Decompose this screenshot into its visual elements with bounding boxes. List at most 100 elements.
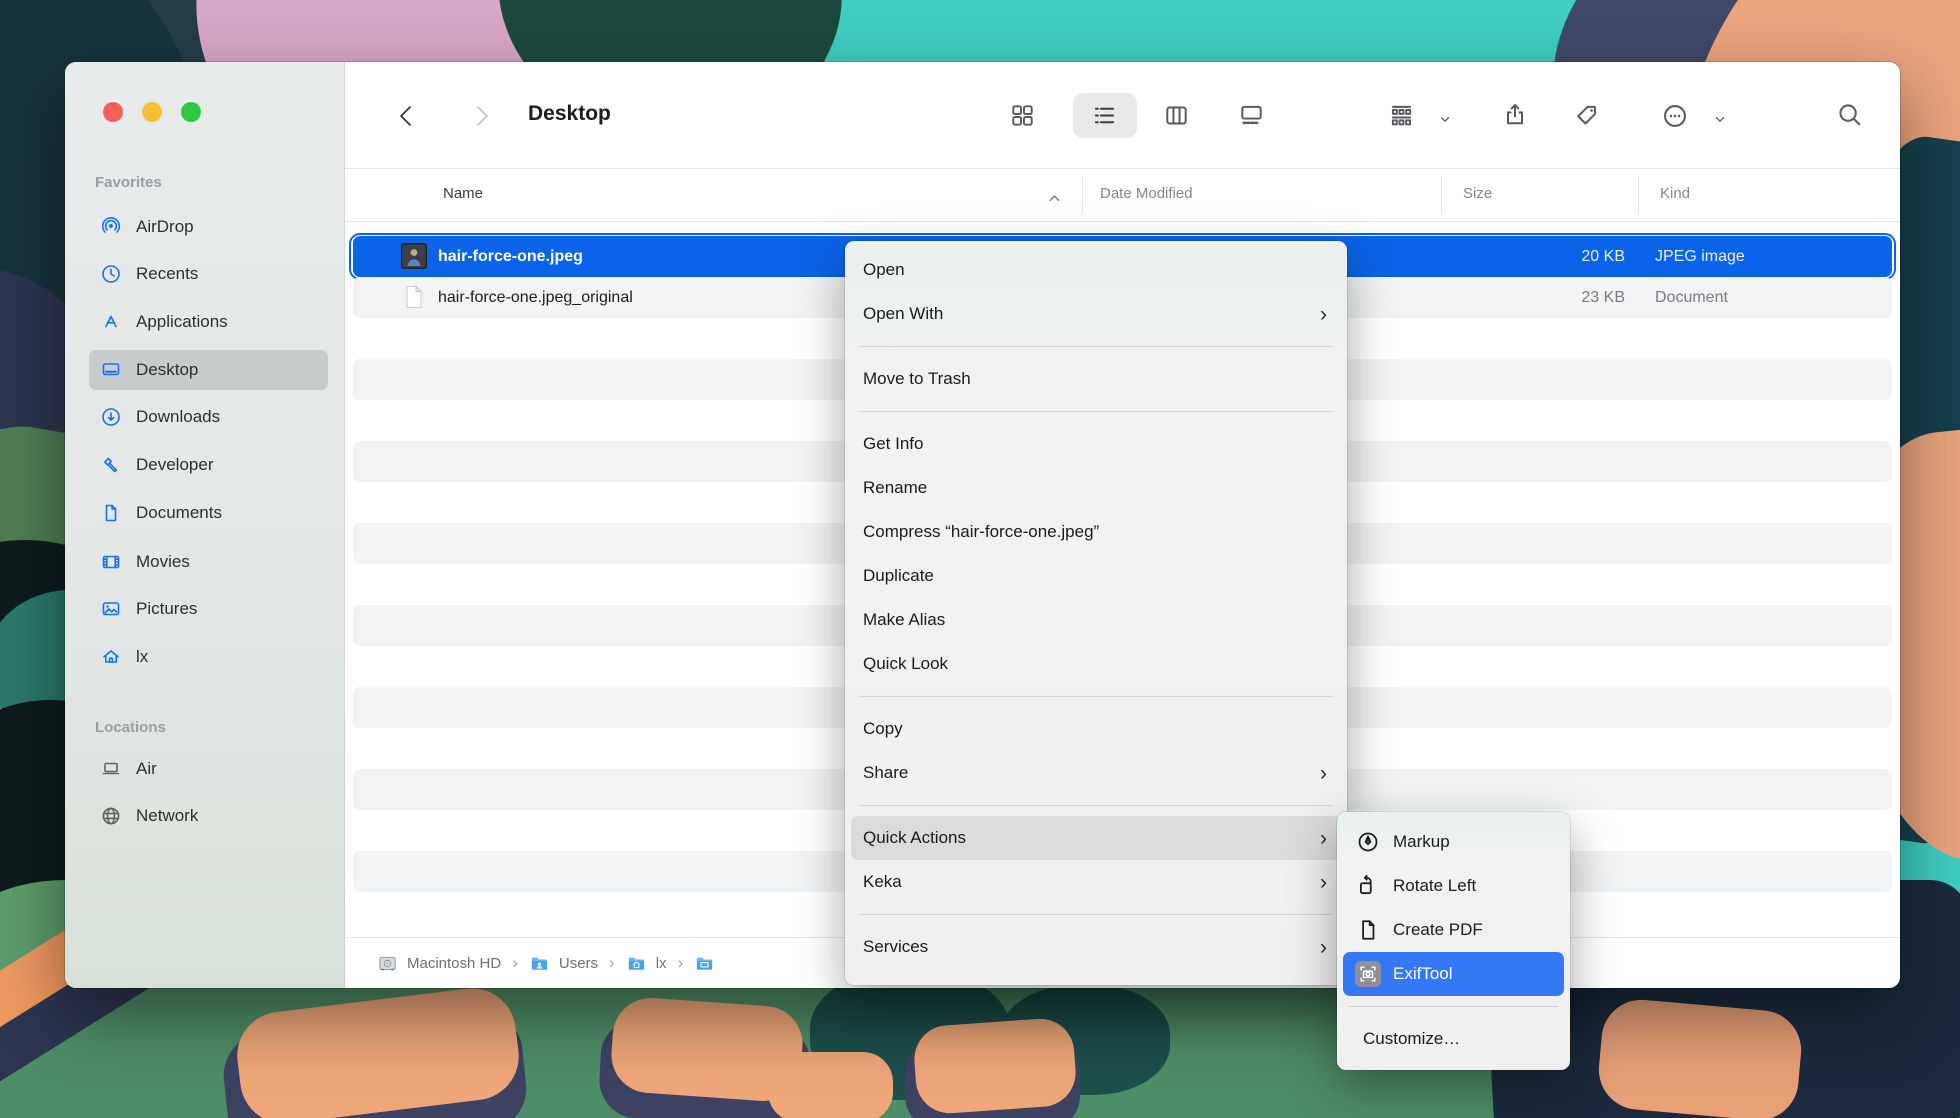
list-header: Name Date Modified Size Kind <box>345 169 1900 222</box>
close-window-button[interactable] <box>103 102 123 122</box>
folder-icon <box>626 953 647 974</box>
menu-item-label: Open <box>863 260 905 280</box>
path-separator: › <box>512 953 518 973</box>
laptop-icon <box>100 758 122 780</box>
sidebar-item-movies[interactable]: Movies <box>89 542 328 582</box>
file-size: 20 KB <box>1465 236 1625 277</box>
tag-button[interactable] <box>1573 102 1601 135</box>
hard-drive-icon <box>377 953 398 974</box>
folder-icon <box>694 953 715 974</box>
gallery-view-button[interactable] <box>1238 102 1265 134</box>
menu-item-duplicate[interactable]: Duplicate <box>845 554 1347 598</box>
markup-icon <box>1355 829 1381 855</box>
menu-item-move-to-trash[interactable]: Move to Trash <box>845 357 1347 401</box>
sidebar-item-network[interactable]: Network <box>89 796 328 836</box>
icon-view-button[interactable] <box>1009 102 1036 134</box>
menu-item-label: Rename <box>863 478 927 498</box>
forward-button[interactable] <box>468 103 494 134</box>
blank-document-icon <box>401 284 427 310</box>
sidebar-item-label: Recents <box>136 264 198 284</box>
list-view-button[interactable] <box>1091 102 1118 134</box>
file-size: 23 KB <box>1465 277 1625 318</box>
menu-item-quick-look[interactable]: Quick Look <box>845 642 1347 686</box>
path-separator: › <box>678 953 684 973</box>
menu-item-compress[interactable]: Compress “hair-force-one.jpeg” <box>845 510 1347 554</box>
sidebar-item-pictures[interactable]: Pictures <box>89 589 328 629</box>
column-view-button[interactable] <box>1163 102 1190 134</box>
sidebar-item-label: Network <box>136 806 198 826</box>
airdrop-icon <box>100 216 122 238</box>
app-store-icon <box>100 311 122 333</box>
submenu-item-rotate-left[interactable]: Rotate Left <box>1337 864 1570 908</box>
folder-icon <box>529 953 550 974</box>
column-header-kind[interactable]: Kind <box>1660 185 1690 202</box>
sidebar-section-locations: Locations <box>95 719 166 736</box>
sidebar-item-desktop[interactable]: Desktop <box>89 350 328 390</box>
file-name: hair-force-one.jpeg_original <box>438 277 633 318</box>
sidebar-item-air[interactable]: Air <box>89 749 328 789</box>
quick-actions-submenu: Markup Rotate Left Create PDF ExifTool C… <box>1337 812 1570 1070</box>
menu-item-make-alias[interactable]: Make Alias <box>845 598 1347 642</box>
share-button[interactable] <box>1501 101 1529 134</box>
sort-ascending-icon <box>1048 190 1061 207</box>
sidebar-item-label: Air <box>136 759 157 779</box>
sidebar-item-documents[interactable]: Documents <box>89 493 328 533</box>
path-item-lx[interactable]: lx <box>656 955 667 972</box>
menu-separator <box>859 805 1333 806</box>
submenu-item-customize[interactable]: Customize… <box>1337 1017 1570 1061</box>
menu-item-label: Compress “hair-force-one.jpeg” <box>863 522 1099 542</box>
submenu-item-label: Create PDF <box>1393 920 1483 940</box>
sidebar-item-label: Developer <box>136 455 214 475</box>
sidebar-item-home-lx[interactable]: lx <box>89 637 328 677</box>
menu-separator <box>859 411 1333 412</box>
menu-item-copy[interactable]: Copy <box>845 707 1347 751</box>
column-header-size[interactable]: Size <box>1463 185 1492 202</box>
menu-item-keka[interactable]: Keka› <box>845 860 1347 904</box>
submenu-item-markup[interactable]: Markup <box>1337 820 1570 864</box>
column-header-name[interactable]: Name <box>443 185 483 202</box>
menu-item-open[interactable]: Open <box>845 248 1347 292</box>
path-item-users[interactable]: Users <box>559 955 598 972</box>
file-kind: JPEG image <box>1655 236 1745 277</box>
sidebar-item-airdrop[interactable]: AirDrop <box>89 207 328 247</box>
sidebar-item-downloads[interactable]: Downloads <box>89 397 328 437</box>
sidebar-item-applications[interactable]: Applications <box>89 302 328 342</box>
menu-item-label: Share <box>863 763 908 783</box>
file-kind: Document <box>1655 277 1728 318</box>
menu-item-open-with[interactable]: Open With› <box>845 292 1347 336</box>
menu-separator <box>859 914 1333 915</box>
sidebar-item-label: Pictures <box>136 599 197 619</box>
submenu-item-label: Rotate Left <box>1393 876 1476 896</box>
more-options-button[interactable] <box>1661 102 1689 135</box>
sidebar-item-label: lx <box>136 647 148 667</box>
menu-item-quick-actions[interactable]: Quick Actions› <box>851 816 1341 860</box>
menu-item-services[interactable]: Services › <box>845 925 1347 969</box>
minimize-window-button[interactable] <box>142 102 162 122</box>
exiftool-icon <box>1355 961 1381 987</box>
menu-item-rename[interactable]: Rename <box>845 466 1347 510</box>
desktop-screen: Favorites AirDrop Recents Applications D… <box>0 0 1960 1118</box>
search-button[interactable] <box>1836 101 1864 134</box>
sidebar-item-label: Documents <box>136 503 222 523</box>
more-options-chevron-down-icon <box>1713 112 1727 131</box>
toolbar: Desktop <box>345 62 1900 169</box>
group-by-button[interactable] <box>1388 102 1415 134</box>
column-header-date-modified[interactable]: Date Modified <box>1100 185 1193 202</box>
menu-item-label: Keka <box>863 872 902 892</box>
menu-item-share[interactable]: Share› <box>845 751 1347 795</box>
submenu-arrow-icon: › <box>1320 828 1327 849</box>
submenu-item-exiftool[interactable]: ExifTool <box>1343 952 1564 996</box>
sidebar-item-recents[interactable]: Recents <box>89 254 328 294</box>
zoom-window-button[interactable] <box>181 102 201 122</box>
submenu-arrow-icon: › <box>1320 304 1327 325</box>
sidebar-item-developer[interactable]: Developer <box>89 445 328 485</box>
menu-item-label: Services <box>863 937 928 957</box>
submenu-item-label: Customize… <box>1363 1029 1460 1049</box>
back-button[interactable] <box>394 103 420 134</box>
menu-separator <box>859 696 1333 697</box>
submenu-item-create-pdf[interactable]: Create PDF <box>1337 908 1570 952</box>
path-item-macintosh-hd[interactable]: Macintosh HD <box>407 955 501 972</box>
menu-item-get-info[interactable]: Get Info <box>845 422 1347 466</box>
sidebar-section-favorites: Favorites <box>95 174 162 191</box>
submenu-arrow-icon: › <box>1320 937 1327 958</box>
